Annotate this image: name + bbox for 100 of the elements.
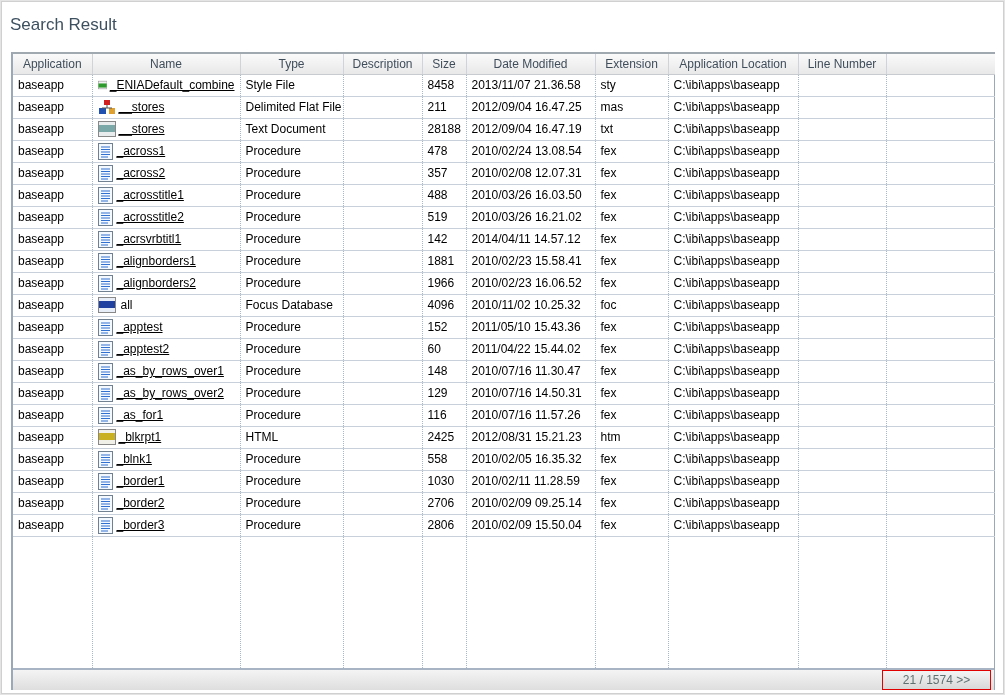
type-text: Procedure [245,342,301,356]
date-modified-text: 2010/02/05 16.35.32 [471,452,582,466]
size-text: 129 [427,386,448,400]
file-name-link[interactable]: _border2 [116,494,165,512]
file-name-link[interactable]: _acrsvrbtitl1 [116,230,182,248]
date-modified-text: 2010/07/16 11.30.47 [471,364,581,378]
file-name-link[interactable]: _as_by_rows_over1 [116,362,224,380]
file-name-link[interactable]: _acrosstitle2 [116,208,184,226]
application-text: baseapp [18,166,65,180]
application-location-text: C:\ibi\apps\baseapp [673,298,780,312]
file-name-link[interactable]: _blnk1 [116,450,152,468]
date-modified-text: 2010/02/23 15.58.41 [471,254,582,268]
column-header[interactable]: Date Modified [466,54,595,74]
file-name-link[interactable]: _acrosstitle1 [116,186,184,204]
size-text: 8458 [427,78,455,92]
document-icon [97,450,114,468]
file-name-link[interactable]: _ENIADefault_combine [109,76,235,94]
column-header[interactable]: Type [240,54,343,74]
column-header[interactable]: Extension [595,54,668,74]
file-name-link[interactable]: _border3 [116,516,165,534]
size-text: 142 [427,232,448,246]
column-header[interactable]: Description [343,54,422,74]
application-location-text: C:\ibi\apps\baseapp [673,232,780,246]
application-text: baseapp [18,386,65,400]
pagination-next-button[interactable]: 21 / 1574 >> [882,670,991,690]
column-header[interactable]: Application [13,54,92,74]
document-icon [97,362,114,380]
application-location-text: C:\ibi\apps\baseapp [673,452,780,466]
file-name-link[interactable]: _alignborders2 [116,274,196,292]
file-name-link[interactable]: _alignborders1 [116,252,196,270]
date-modified-text: 2010/02/09 09.25.14 [471,496,582,510]
date-modified-text: 2010/02/24 13.08.54 [471,144,582,158]
document-icon [97,494,114,512]
size-text: 2806 [427,518,455,532]
extension-text: fex [600,254,617,268]
file-name-link[interactable]: _blkrpt1 [118,428,162,446]
size-text: 1030 [427,474,455,488]
type-text: Procedure [245,232,301,246]
date-modified-text: 2011/05/10 15.43.36 [471,320,581,334]
size-text: 2425 [427,430,455,444]
column-header[interactable]: Line Number [798,54,886,74]
size-text: 1966 [427,276,455,290]
extension-text: fex [600,518,617,532]
document-icon [97,384,114,402]
type-text: Procedure [245,452,301,466]
application-text: baseapp [18,496,65,510]
type-text: Procedure [245,474,301,488]
file-name-link[interactable]: _as_by_rows_over2 [116,384,224,402]
size-text: 558 [427,452,448,466]
file-name-link[interactable]: _apptest2 [116,340,170,358]
column-header[interactable]: Size [422,54,466,74]
application-location-text: C:\ibi\apps\baseapp [673,188,780,202]
application-location-text: C:\ibi\apps\baseapp [673,408,780,422]
file-name: all [119,297,133,314]
date-modified-text: 2011/04/22 15.44.02 [471,342,581,356]
extension-text: fex [600,210,617,224]
column-header[interactable]: Name [92,54,240,74]
file-name-link[interactable]: _across2 [116,164,166,182]
application-text: baseapp [18,188,65,202]
date-modified-text: 2010/07/16 11.57.26 [471,408,581,422]
extension-text: fex [600,232,617,246]
application-text: baseapp [18,210,65,224]
application-text: baseapp [18,100,65,114]
application-text: baseapp [18,144,65,158]
type-text: Style File [245,78,295,92]
extension-text: fex [600,320,617,334]
size-text: 519 [427,210,448,224]
size-text: 357 [427,166,448,180]
column-header[interactable]: Application Location [668,54,798,74]
file-name-link[interactable]: __stores [118,120,165,138]
application-location-text: C:\ibi\apps\baseapp [673,254,780,268]
document-icon [97,406,114,424]
type-text: Procedure [245,386,301,400]
type-text: Procedure [245,276,301,290]
document-icon [97,142,114,160]
size-text: 28188 [427,122,461,136]
file-name-link[interactable]: _across1 [116,142,166,160]
application-text: baseapp [18,232,65,246]
extension-text: fex [600,452,617,466]
type-text: Procedure [245,518,301,532]
size-text: 478 [427,144,448,158]
date-modified-text: 2010/02/23 16.06.52 [471,276,582,290]
document-icon [97,208,114,226]
date-modified-text: 2010/03/26 16.03.50 [471,188,582,202]
type-text: Procedure [245,364,301,378]
document-icon [97,186,114,204]
application-text: baseapp [18,364,65,378]
date-modified-text: 2012/09/04 16.47.19 [471,122,582,136]
file-name-link[interactable]: __stores [118,98,165,116]
date-modified-text: 2010/11/02 10.25.32 [471,298,581,312]
file-name-link[interactable]: _border1 [116,472,165,490]
extension-text: fex [600,144,617,158]
document-icon [97,230,114,248]
file-name-link[interactable]: _apptest [116,318,163,336]
type-text: HTML [245,430,279,444]
extension-text: fex [600,276,617,290]
extension-text: fex [600,166,617,180]
application-text: baseapp [18,320,65,334]
file-name-link[interactable]: _as_for1 [116,406,164,424]
application-text: baseapp [18,430,65,444]
